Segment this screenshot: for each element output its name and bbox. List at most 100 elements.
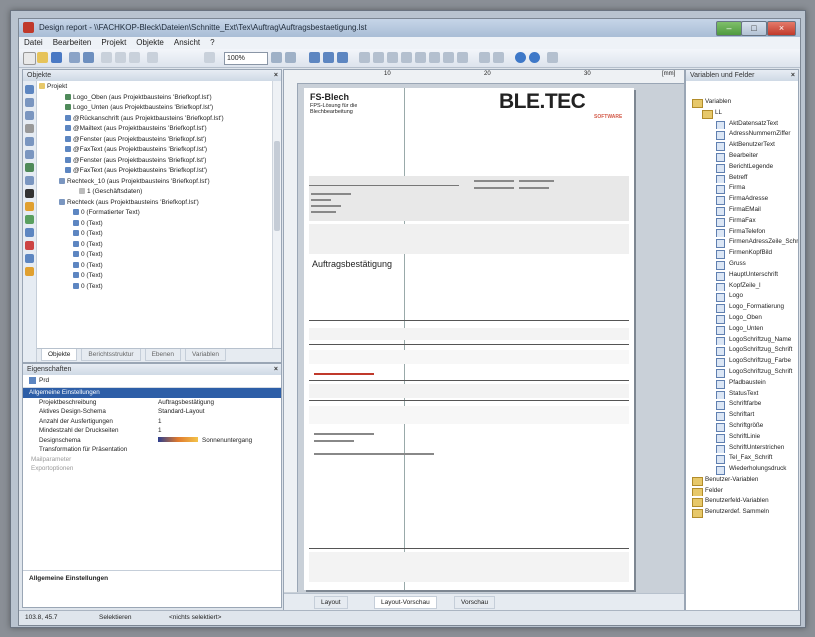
variable-item[interactable]: Logo_Oben <box>686 313 798 324</box>
open-folder-icon[interactable] <box>37 52 48 63</box>
property-row[interactable]: Projektbeschreibung Auftragsbestätigung <box>23 398 281 408</box>
property-value[interactable]: Auftragsbestätigung <box>158 398 273 408</box>
zoom-out-icon[interactable] <box>204 52 215 63</box>
tree-item[interactable]: Logo_Oben (aus Projektbausteins 'Briefko… <box>39 93 271 104</box>
variable-item[interactable]: LogoSchriftzug_Name <box>686 335 798 346</box>
menu-ansicht[interactable]: Ansicht <box>169 37 205 48</box>
property-value[interactable]: Sonnenuntergang <box>158 436 273 446</box>
zoom-tool-icon[interactable] <box>25 98 34 107</box>
variable-item[interactable]: Firma <box>686 183 798 195</box>
variable-item[interactable]: Gruss <box>686 259 798 270</box>
menu-datei[interactable]: Datei <box>19 37 48 48</box>
run-icon[interactable] <box>515 52 526 63</box>
variable-item[interactable]: FirmaAdresse <box>686 194 798 205</box>
tree-item[interactable]: 0 (Text) <box>39 282 271 293</box>
property-row[interactable]: Transformation für Präsentation <box>23 445 281 455</box>
tab-variablen[interactable]: Variablen <box>184 349 226 361</box>
align-left-icon[interactable] <box>359 52 370 63</box>
tree-item[interactable]: @Rückanschrift (aus Projektbausteins 'Br… <box>39 114 271 125</box>
tab-ebenen[interactable]: Ebenen <box>144 349 181 361</box>
align-bottom-icon[interactable] <box>415 52 426 63</box>
variable-item[interactable]: FirmaTelefon <box>686 227 798 238</box>
variable-item[interactable]: Bearbeiter <box>686 151 798 162</box>
variable-item[interactable]: Variablen <box>686 97 798 108</box>
tree-item[interactable]: 0 (Text) <box>39 219 271 230</box>
zoom-in-icon[interactable] <box>271 52 282 63</box>
variable-item[interactable]: LogoSchriftzug_Schrift <box>686 345 798 357</box>
variable-item[interactable]: Logo_Unten <box>686 324 798 335</box>
tree-item[interactable]: 0 (Text) <box>39 261 271 272</box>
variable-item[interactable]: Benutzerdef. Sammeln <box>686 507 798 519</box>
maximize-button[interactable]: □ <box>741 21 767 36</box>
same-width-icon[interactable] <box>443 52 454 63</box>
tree-item[interactable]: Logo_Unten (aus Projektbausteins 'Briefk… <box>39 103 271 114</box>
same-height-icon[interactable] <box>457 52 468 63</box>
to-front-icon[interactable] <box>479 52 490 63</box>
panel-close-icon[interactable]: × <box>274 70 278 81</box>
property-value[interactable]: Standard-Layout <box>158 407 273 417</box>
preview-icon[interactable] <box>83 52 94 63</box>
insert-image-icon[interactable] <box>337 52 348 63</box>
image-tool-icon[interactable] <box>25 163 34 172</box>
new-file-icon[interactable] <box>23 52 36 65</box>
tree-item[interactable]: 0 (Text) <box>39 229 271 240</box>
variable-item[interactable]: Felder <box>686 486 798 497</box>
cut-icon[interactable] <box>101 52 112 63</box>
tree-item[interactable]: @Fenster (aus Projektbausteins 'Briefkop… <box>39 135 271 146</box>
line-tool-icon[interactable] <box>25 124 34 133</box>
align-center-icon[interactable] <box>373 52 384 63</box>
form-control-tool-icon[interactable] <box>25 241 34 250</box>
tab-berichtsstruktur[interactable]: Berichtsstruktur <box>81 349 141 361</box>
variable-item[interactable]: AktDatensatzText <box>686 119 798 130</box>
panel-close-icon[interactable]: × <box>791 70 795 81</box>
property-category[interactable]: Allgemeine Einstellungen <box>23 388 281 398</box>
tree-root[interactable]: Projekt <box>39 82 271 93</box>
rectangle-tool-icon[interactable] <box>25 137 34 146</box>
tree-item[interactable]: @FaxText (aus Projektbausteins 'Briefkop… <box>39 166 271 177</box>
property-row[interactable]: Designschema Sonnenuntergang <box>23 436 281 446</box>
scroll-thumb[interactable] <box>274 141 280 231</box>
menu-projekt[interactable]: Projekt <box>96 37 131 48</box>
property-collapsed[interactable]: Exportoptionen <box>23 464 281 474</box>
tree-item[interactable]: 1 (Geschäftsdaten) <box>39 187 271 198</box>
copy-icon[interactable] <box>115 52 126 63</box>
property-row[interactable]: Aktives Design-Schema Standard-Layout <box>23 407 281 417</box>
variable-item[interactable]: Logo_Formatierung <box>686 302 798 313</box>
save-icon[interactable] <box>51 52 62 63</box>
variable-item[interactable]: Schriftfarbe <box>686 399 798 411</box>
variable-item[interactable]: LogoSchriftzug_Schrift <box>686 367 798 378</box>
table-tool-icon[interactable] <box>25 176 34 185</box>
tree-item[interactable]: 0 (Formatierter Text) <box>39 208 271 219</box>
variable-item[interactable]: Tel_Fax_Schrift <box>686 453 798 465</box>
to-back-icon[interactable] <box>493 52 504 63</box>
menu-objekte[interactable]: Objekte <box>131 37 169 48</box>
tree-item[interactable]: 0 (Text) <box>39 271 271 282</box>
variable-item[interactable]: BerichtLegende <box>686 162 798 173</box>
chart-tool-icon[interactable] <box>25 202 34 211</box>
refresh-icon[interactable] <box>529 52 540 63</box>
tab-layout[interactable]: Layout <box>314 596 348 609</box>
property-value[interactable]: 1 <box>158 426 273 436</box>
close-button[interactable]: × <box>767 21 796 36</box>
variable-item[interactable]: FirmenAdressZeile_Schrift <box>686 237 798 249</box>
insert-table-icon[interactable] <box>323 52 334 63</box>
tree-item[interactable]: @Fenster (aus Projektbausteins 'Briefkop… <box>39 156 271 167</box>
menu-bearbeiten[interactable]: Bearbeiten <box>48 37 97 48</box>
tree-item[interactable]: Rechteck_10 (aus Projektbausteins 'Brief… <box>39 177 271 188</box>
variable-item[interactable]: KopfZeile_l <box>686 281 798 292</box>
ellipse-tool-icon[interactable] <box>25 150 34 159</box>
align-right-icon[interactable] <box>387 52 398 63</box>
zoom-select[interactable]: 100% <box>224 52 268 65</box>
objects-scrollbar[interactable] <box>272 81 281 348</box>
variable-item[interactable]: HauptUnterschrift <box>686 270 798 281</box>
variable-item[interactable]: Pfadbaustein <box>686 378 798 389</box>
vertical-ruler[interactable] <box>284 83 298 592</box>
property-row[interactable]: Anzahl der Ausfertigungen 1 <box>23 417 281 427</box>
text-tool-icon[interactable] <box>25 111 34 120</box>
tab-preview[interactable]: Vorschau <box>454 596 496 609</box>
horizontal-ruler[interactable]: 10 20 30 [mm] <box>284 70 684 84</box>
variable-item[interactable]: FirmenKopfBild <box>686 248 798 259</box>
variable-item[interactable]: FirmaEMail <box>686 205 798 216</box>
variable-item[interactable]: FirmaFax <box>686 216 798 227</box>
panel-close-icon[interactable]: × <box>274 364 278 375</box>
